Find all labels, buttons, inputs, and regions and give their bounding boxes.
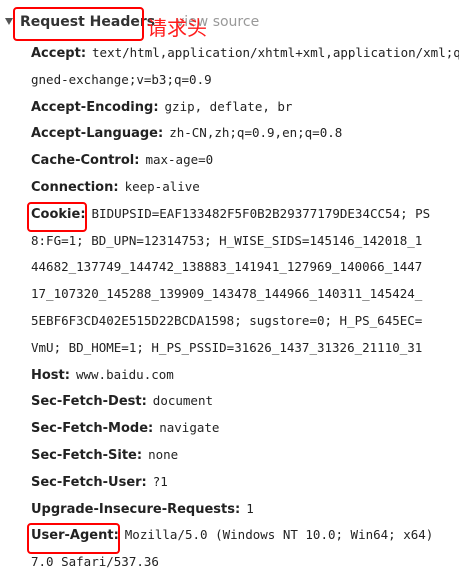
header-name: Accept	[31, 46, 81, 61]
header-name: Sec-Fetch-Dest	[31, 394, 142, 410]
header-colon: :	[113, 528, 119, 544]
header-value-continuation: 44682_137749_144742_138883_141941_127969…	[31, 259, 423, 275]
header-value: www.baidu.com	[75, 366, 174, 382]
header-row: Accept-Language: zh-CN,zh;q=0.9,en;q=0.8	[31, 123, 459, 143]
header-name: Sec-Fetch-User	[31, 474, 142, 490]
header-row: Host: www.baidu.com	[31, 365, 459, 385]
header-colon: :	[141, 474, 147, 490]
header-value: BIDUPSID=EAF133482F5F0B2B29377179DE34CC5…	[91, 205, 431, 221]
header-colon: :	[148, 421, 154, 437]
request-headers-panel: Request Headers view source 请求头 Accept: t…	[0, 0, 459, 582]
header-value: Mozilla/5.0 (Windows NT 10.0; Win64; x64…	[124, 527, 434, 543]
header-row: Accept: text/html,application/xhtml+xml,a…	[31, 43, 459, 63]
header-row: Upgrade-Insecure-Requests: 1	[31, 499, 459, 519]
header-value-continuation: 17_107320_145288_139909_143478_144966_14…	[31, 286, 423, 302]
header-colon: :	[80, 46, 87, 61]
header-name: Sec-Fetch-Site	[31, 448, 137, 463]
header-name: Upgrade-Insecure-Requests	[31, 501, 235, 517]
request-headers-section-header[interactable]: Request Headers view source	[0, 8, 459, 38]
header-value: ?1	[152, 473, 168, 489]
header-row: Accept-Encoding: gzip, deflate, br	[31, 97, 459, 117]
header-colon: :	[64, 367, 70, 383]
header-colon: :	[113, 180, 119, 195]
header-value: navigate	[159, 420, 220, 436]
header-row: Sec-Fetch-Dest: document	[31, 391, 459, 411]
header-name: User-Agent	[31, 528, 114, 544]
header-value-continuation: VmU; BD_HOME=1; H_PS_PSSID=31626_1437_31…	[31, 339, 423, 355]
annotation-label: 请求头	[147, 16, 207, 40]
header-row: Cache-Control: max-age=0	[31, 150, 459, 170]
header-colon: :	[157, 126, 164, 142]
header-name: Accept-Language	[31, 126, 158, 142]
header-value-continuation: 5EBF6F3CD402E515D22BCDA1598; sugstore=0;…	[31, 313, 423, 328]
header-row: Sec-Fetch-Site: none	[31, 445, 459, 465]
header-name: Accept-Encoding	[31, 99, 154, 115]
header-row: User-Agent: Mozilla/5.0 (Windows NT 10.0;…	[31, 525, 459, 545]
header-colon: :	[235, 501, 241, 517]
header-value: document	[152, 393, 214, 409]
header-colon: :	[136, 448, 143, 463]
header-row: Cookie: BIDUPSID=EAF133482F5F0B2B29377179…	[31, 204, 459, 224]
header-value: gzip, deflate, br	[164, 98, 293, 114]
header-value: keep-alive	[124, 179, 200, 194]
header-value-continuation: gned-exchange;v=b3;q=0.9	[31, 71, 212, 87]
section-title: Request Headers	[20, 14, 156, 30]
header-value-continuation: 8:FG=1; BD_UPN=12314753; H_WISE_SIDS=145…	[31, 232, 423, 248]
header-value: none	[148, 447, 179, 462]
header-name: Host	[31, 367, 65, 383]
header-row: Connection: keep-alive	[31, 177, 459, 197]
header-colon: :	[134, 153, 140, 169]
header-name: Cookie	[31, 206, 81, 222]
header-colon: :	[141, 394, 147, 410]
header-value: zh-CN,zh;q=0.9,en;q=0.8	[169, 125, 343, 141]
header-colon: :	[80, 206, 86, 222]
header-colon: :	[153, 99, 159, 115]
header-name: Connection	[31, 180, 114, 195]
header-row: Sec-Fetch-User: ?1	[31, 472, 459, 492]
header-name: Sec-Fetch-Mode	[31, 421, 149, 437]
header-row: Sec-Fetch-Mode: navigate	[31, 418, 459, 438]
triangle-down-icon[interactable]	[5, 18, 13, 25]
header-value: 1	[246, 500, 254, 516]
header-value: max-age=0	[145, 152, 214, 168]
header-value: text/html,application/xhtml+xml,applicat…	[92, 45, 459, 60]
header-name: Cache-Control	[31, 153, 135, 169]
header-value-continuation: 7.0 Safari/537.36	[31, 554, 159, 570]
